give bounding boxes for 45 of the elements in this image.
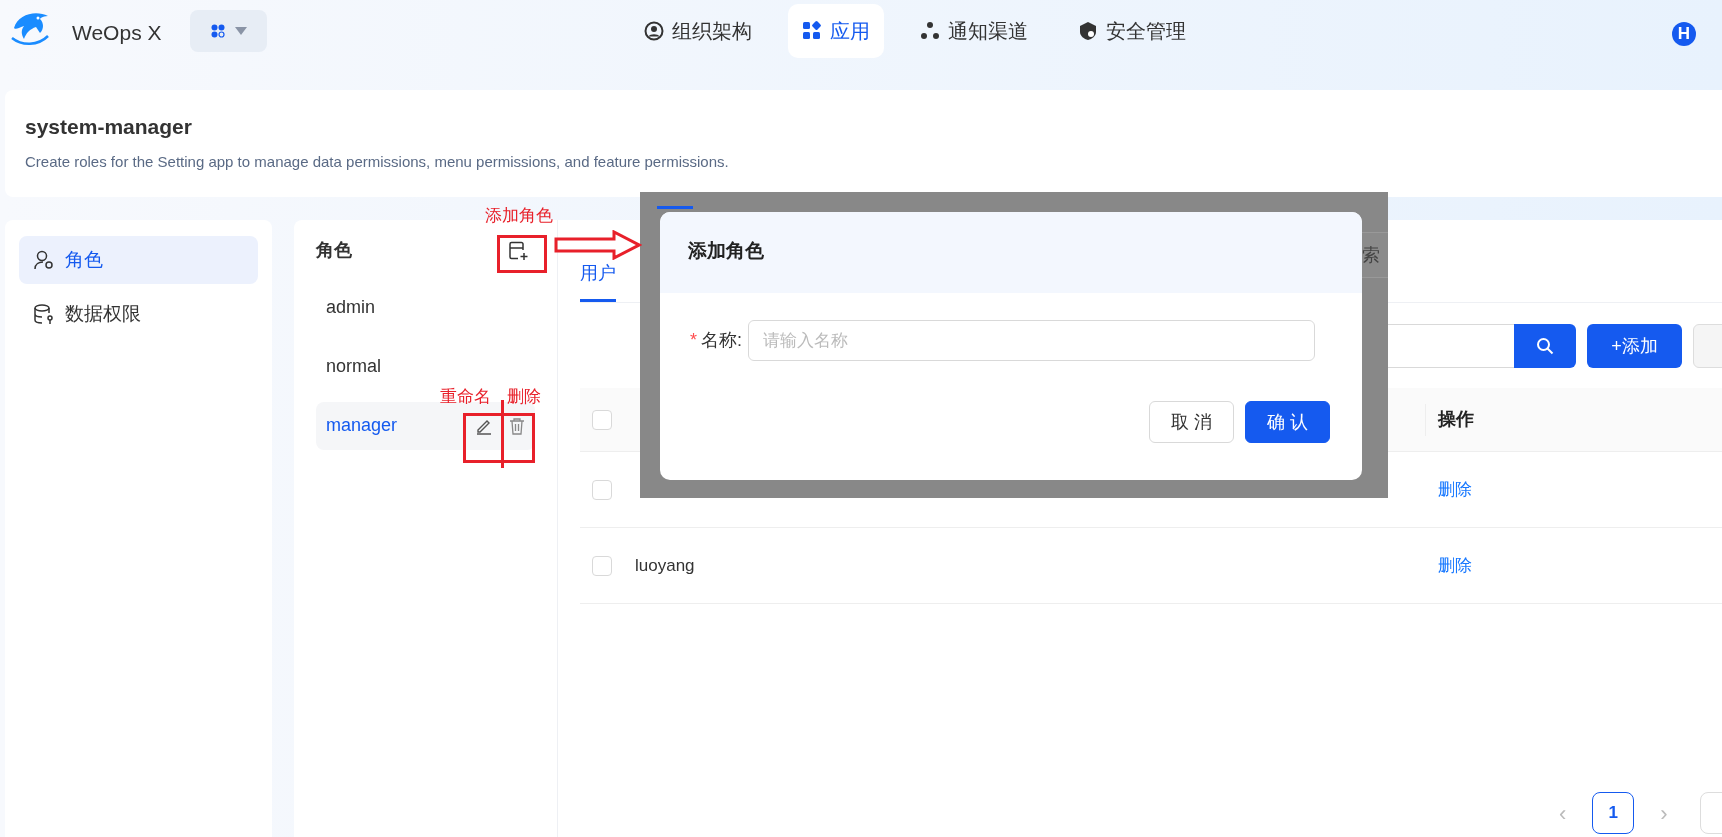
trash-icon[interactable]	[509, 416, 525, 435]
username-cell-text: luoyang	[635, 554, 696, 577]
sidebar-item[interactable]: 角色	[19, 236, 258, 284]
search-button[interactable]	[1514, 324, 1576, 368]
column-header: 操作	[1438, 408, 1474, 431]
sidebar-item[interactable]: 数据权限	[19, 290, 258, 338]
cancel-button[interactable]: 取 消	[1149, 401, 1234, 443]
page-button[interactable]: 1	[1592, 792, 1635, 834]
user-circle-icon	[644, 21, 664, 41]
select-all-checkbox[interactable]	[592, 409, 612, 430]
dialog-title: 添加角色	[660, 212, 1362, 293]
page-description: Create roles for the Setting app to manage data permissions, menu permissions, and feature permissions.	[25, 152, 730, 173]
highlight-box	[463, 413, 535, 463]
app-name: WeOps X	[72, 20, 162, 46]
search-icon	[1536, 337, 1554, 355]
nav-tab[interactable]: 组织架构	[630, 4, 766, 58]
row-checkbox[interactable]	[592, 479, 612, 500]
nav-tab[interactable]: 应用	[788, 4, 884, 58]
delete-link[interactable]: 删除	[1438, 552, 1472, 579]
add-role-icon[interactable]	[509, 240, 529, 261]
user-avatar[interactable]: H	[1672, 22, 1696, 46]
field-label: * 名称:	[690, 329, 743, 352]
nav-tab[interactable]: 通知渠道	[906, 4, 1042, 58]
add-button[interactable]: +添加	[1587, 324, 1682, 368]
shield-icon	[1078, 21, 1098, 41]
nav-tab[interactable]: 安全管理	[1064, 4, 1200, 58]
confirm-button[interactable]: 确 认	[1245, 401, 1330, 443]
role-item[interactable]: admin	[316, 283, 535, 332]
search-hint: 索	[1362, 232, 1388, 278]
highlight-box	[497, 235, 547, 273]
annotation-label: 添加角色	[485, 207, 553, 224]
name-input[interactable]: 请输入名称	[748, 320, 1316, 361]
caret-icon	[234, 27, 247, 35]
row-checkbox[interactable]	[592, 555, 612, 576]
nodes-icon	[920, 21, 940, 41]
tab[interactable]: 用户	[580, 260, 616, 302]
user-gear-icon	[33, 249, 55, 271]
page-title: system-manager	[25, 114, 193, 140]
app-switcher[interactable]	[190, 10, 267, 52]
database-key-icon	[33, 303, 55, 325]
grid-icon	[802, 21, 822, 41]
annotation-line	[501, 400, 504, 468]
apps-icon	[210, 24, 225, 38]
delete-link[interactable]: 删除	[1438, 476, 1472, 503]
roles-title: 角色	[316, 240, 352, 262]
